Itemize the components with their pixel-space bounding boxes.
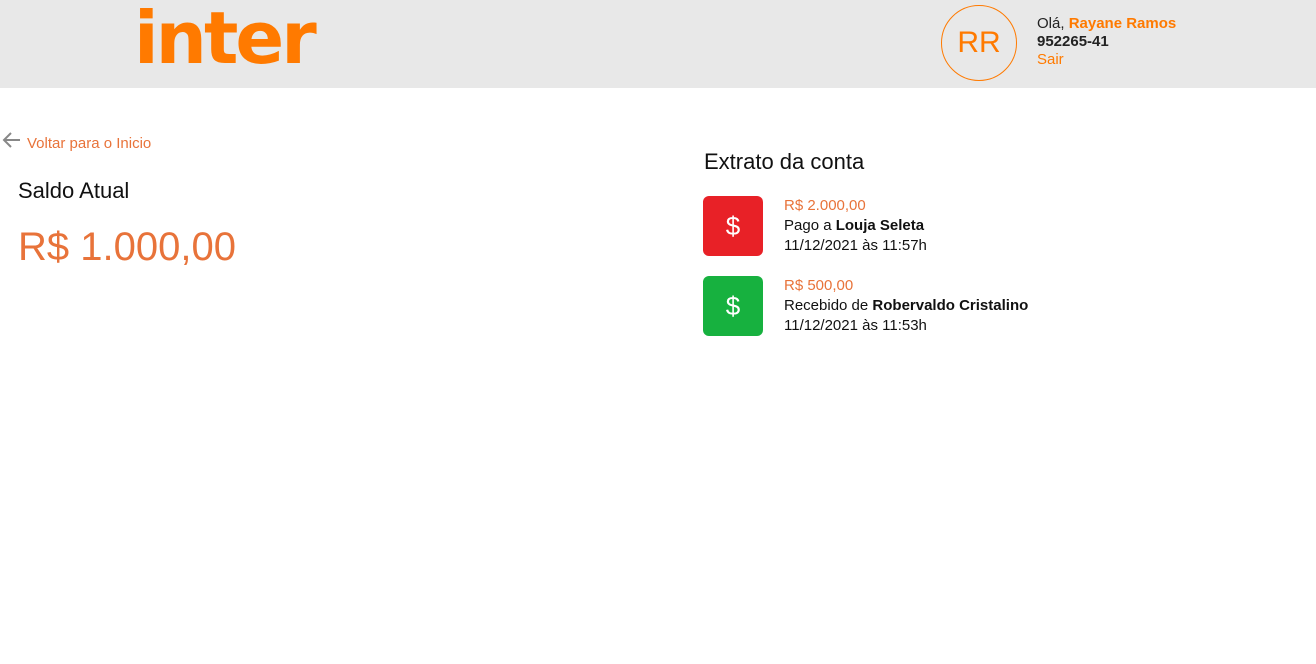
top-header: inter RR Olá, Rayane Ramos 952265-41 Sai…	[0, 0, 1316, 88]
transaction-type-icon-box: $	[703, 196, 763, 256]
transaction-details: R$ 500,00 Recebido de Robervaldo Cristal…	[784, 276, 1028, 336]
dollar-sign-icon: $	[725, 290, 741, 321]
transaction-datetime: 11/12/2021 às 11:57h	[784, 237, 927, 254]
inter-logo[interactable]: inter	[134, 2, 317, 74]
transaction-description: Pago a Louja Seleta	[784, 216, 927, 236]
statement-title: Extrato da conta	[704, 149, 865, 174]
transaction-datetime: 11/12/2021 às 11:53h	[784, 317, 927, 334]
dollar-sign-icon: $	[725, 210, 741, 241]
greeting-text: Olá,	[1037, 15, 1065, 32]
transaction-type-icon-box: $	[703, 276, 763, 336]
transaction-description: Recebido de Robervaldo Cristalino	[784, 296, 1028, 316]
user-avatar[interactable]: RR	[941, 5, 1017, 81]
transaction-party: Louja Seleta	[835, 217, 925, 234]
arrow-left-icon	[2, 132, 20, 148]
transaction-details: R$ 2.000,00 Pago a Louja Seleta 11/12/20…	[784, 196, 927, 256]
user-info: Olá, Rayane Ramos 952265-41 Sair	[1037, 15, 1176, 69]
transaction-party: Robervaldo Cristalino	[872, 297, 1029, 314]
back-to-home-link[interactable]: Voltar para o Inicio	[2, 130, 152, 152]
account-number: 952265-41	[1037, 33, 1109, 50]
transaction-item[interactable]: $ R$ 2.000,00 Pago a Louja Seleta 11/12/…	[703, 196, 1223, 256]
transaction-amount: R$ 500,00	[784, 277, 854, 294]
greeting-line: Olá, Rayane Ramos	[1037, 15, 1176, 33]
transaction-item[interactable]: $ R$ 500,00 Recebido de Robervaldo Crist…	[703, 276, 1223, 336]
balance-value: R$ 1.000,00	[18, 225, 236, 269]
transaction-amount: R$ 2.000,00	[784, 197, 866, 214]
transaction-prefix: Pago a	[784, 217, 832, 234]
logout-link[interactable]: Sair	[1037, 51, 1176, 69]
balance-label: Saldo Atual	[18, 178, 130, 203]
avatar-initials: RR	[957, 26, 1001, 59]
user-name: Rayane Ramos	[1068, 15, 1177, 32]
transaction-prefix: Recebido de	[784, 297, 869, 314]
back-link-label: Voltar para o Inicio	[27, 135, 152, 152]
